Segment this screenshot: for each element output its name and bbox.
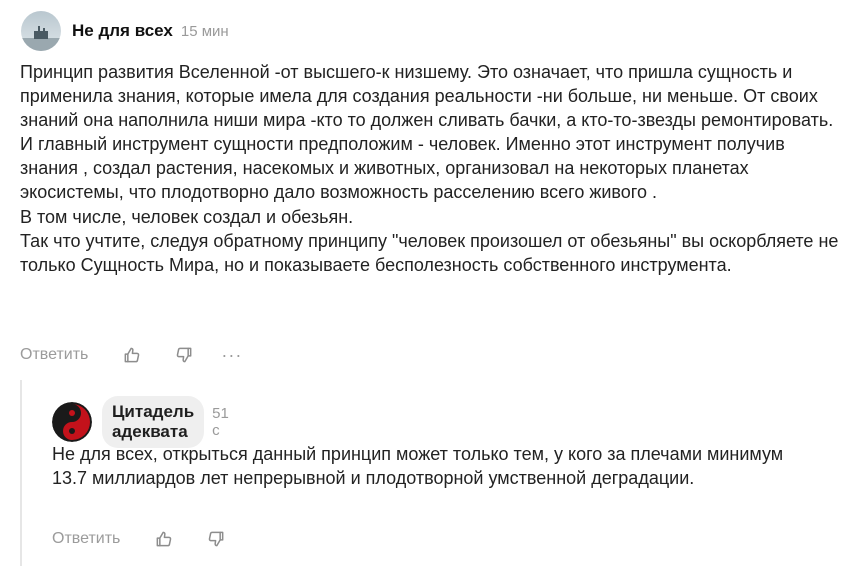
- yin-yang-avatar-icon[interactable]: [52, 402, 92, 442]
- more-options-button[interactable]: ···: [221, 346, 242, 364]
- reply-button[interactable]: Ответить: [52, 530, 120, 548]
- reply-button[interactable]: Ответить: [20, 346, 88, 364]
- thumbs-down-icon[interactable]: [173, 344, 195, 366]
- comment-actions: Ответить: [52, 528, 227, 550]
- comment-actions: Ответить ···: [20, 344, 242, 366]
- thread-line: [20, 380, 22, 566]
- landscape-avatar-icon[interactable]: [21, 11, 61, 51]
- comment-text: Принцип развития Вселенной -от высшего-к…: [20, 60, 840, 277]
- thumbs-up-icon[interactable]: [153, 528, 175, 550]
- author-name[interactable]: Не для всех: [72, 21, 173, 41]
- comment-text: Не для всех, открыться данный принцип мо…: [52, 444, 784, 489]
- timestamp: 51 с: [212, 405, 229, 439]
- thumbs-up-icon[interactable]: [121, 344, 143, 366]
- comment-header: Цитадель адеквата 51 с: [52, 396, 229, 448]
- comment-header: Не для всех 15 мин: [21, 11, 229, 51]
- comment-text-content: Принцип развития Вселенной -от высшего-к…: [20, 62, 839, 275]
- thumbs-down-icon[interactable]: [205, 528, 227, 550]
- author-name[interactable]: Цитадель адеквата: [102, 396, 205, 448]
- timestamp: 15 мин: [180, 22, 229, 40]
